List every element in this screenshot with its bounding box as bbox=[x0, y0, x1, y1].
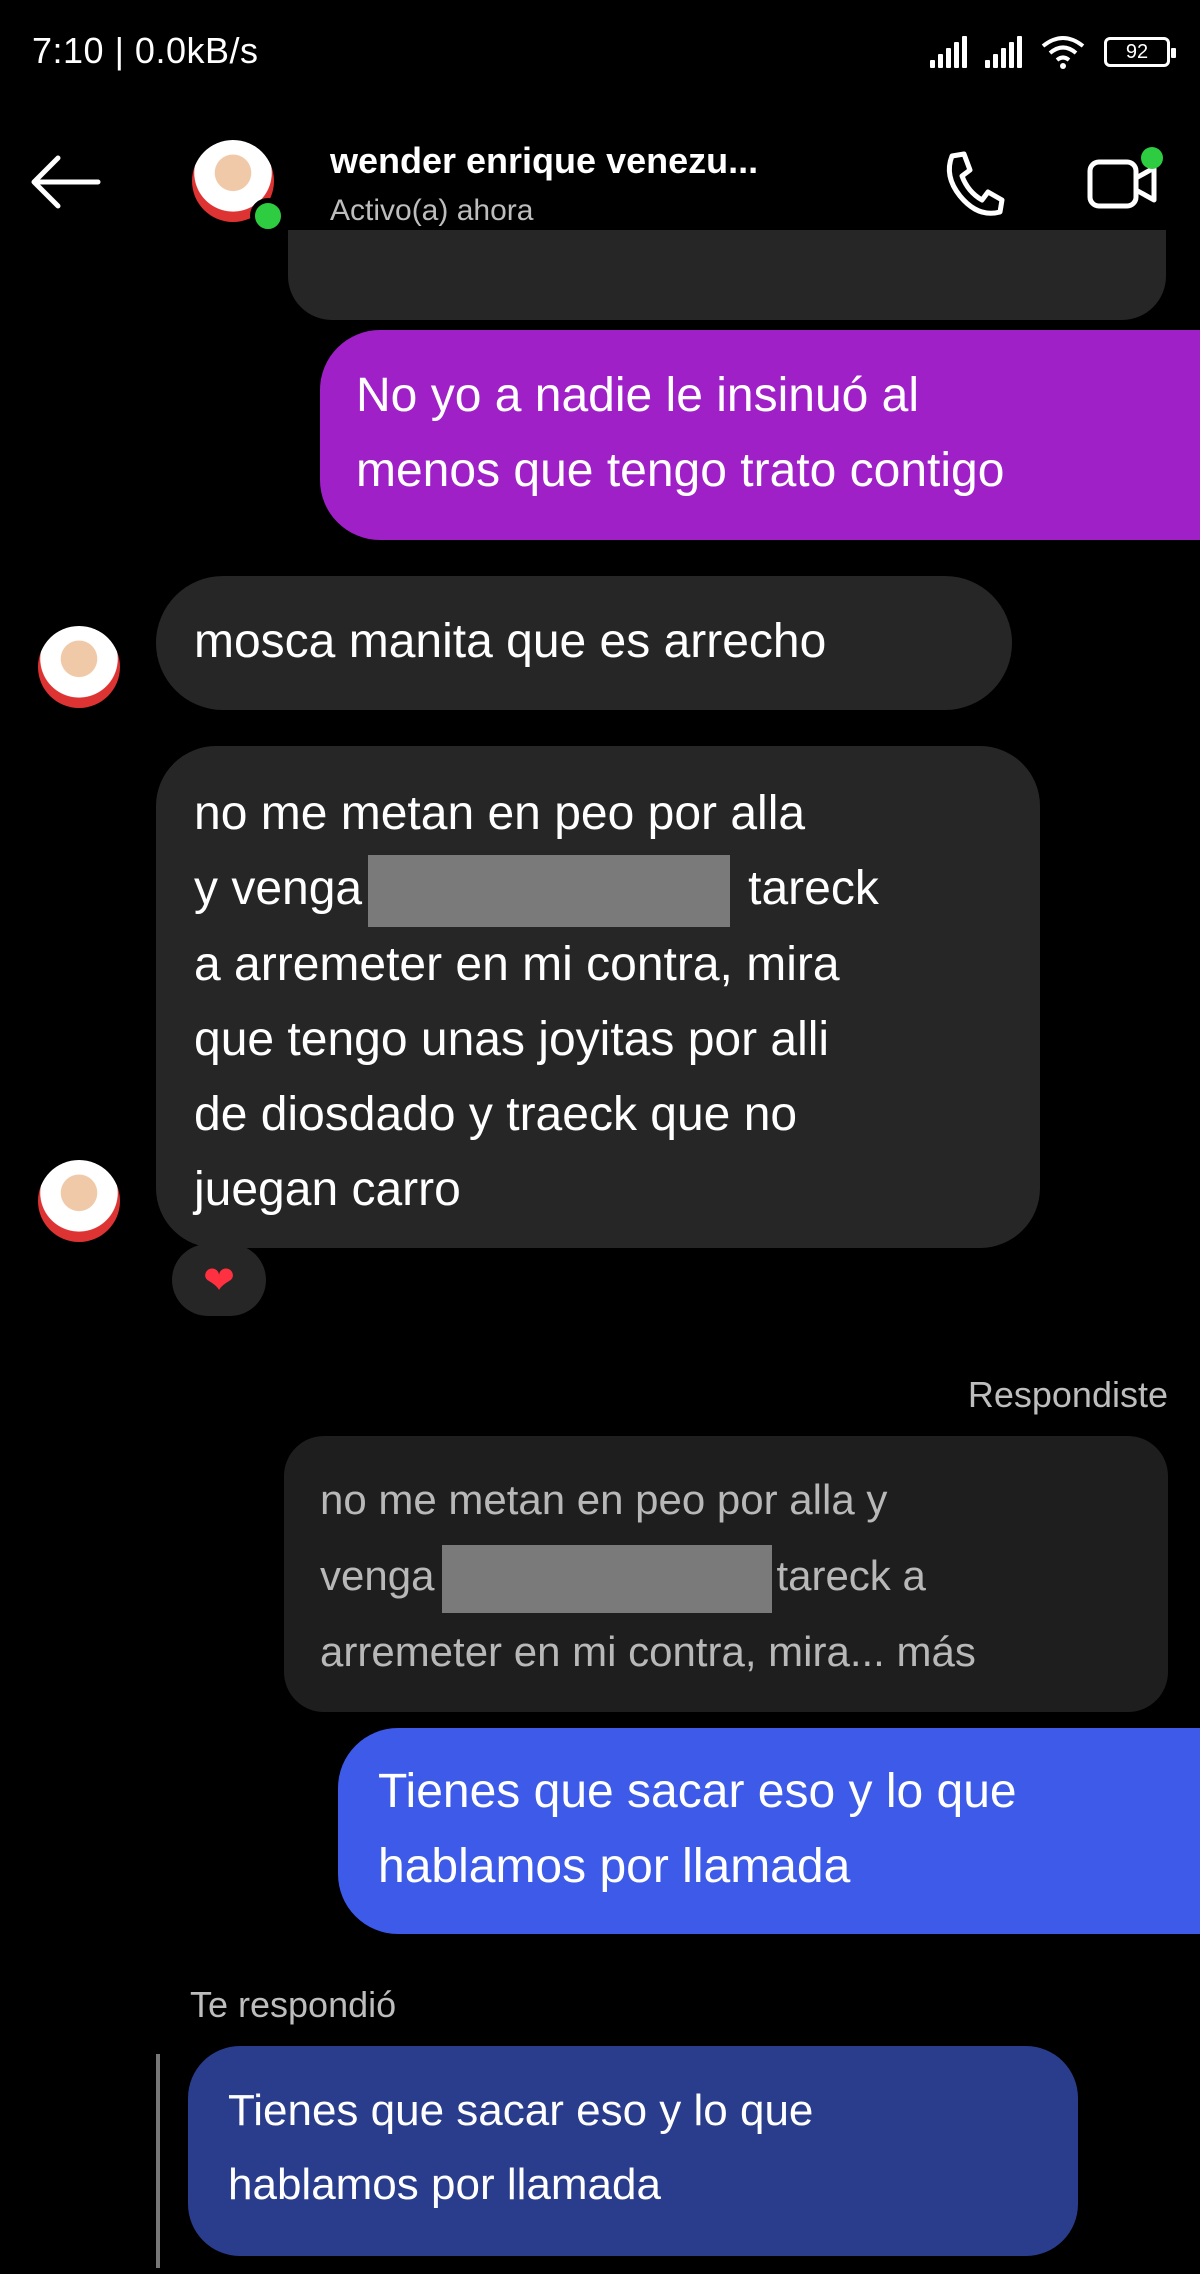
received-message[interactable]: mosca manita que es arrecho bbox=[156, 576, 1012, 710]
quoted-text: no me metan en peo por alla y bbox=[320, 1476, 888, 1523]
sent-message[interactable]: No yo a nadie le insinuó al menos que te… bbox=[320, 330, 1200, 540]
video-call-button[interactable] bbox=[1084, 144, 1168, 224]
message-text: mosca manita que es arrecho bbox=[194, 615, 827, 668]
heart-icon: ❤ bbox=[203, 1259, 235, 1302]
sender-avatar[interactable] bbox=[38, 626, 120, 708]
quoted-text: venga bbox=[320, 1552, 435, 1599]
quoted-text-line: venga tareck a bbox=[320, 1538, 1168, 1614]
redacted-block bbox=[442, 1544, 773, 1613]
online-indicator bbox=[250, 198, 286, 234]
status-time: 7:10 | 0.0kB/s bbox=[32, 30, 259, 71]
signal-icon-2 bbox=[985, 36, 1022, 68]
quoted-reply-message[interactable]: Tienes que sacar eso y lo que hablamos p… bbox=[188, 2046, 1078, 2256]
message-text: juegan carro bbox=[194, 1163, 461, 1217]
wifi-icon bbox=[1041, 36, 1085, 69]
message-text: Tienes que sacar eso y lo que bbox=[228, 2086, 814, 2135]
message-text: hablamos por llamada bbox=[228, 2160, 661, 2209]
quoted-text: tareck a bbox=[776, 1552, 926, 1599]
message-text: Tienes que sacar eso y lo que bbox=[378, 1765, 1017, 1818]
reply-indicator-line bbox=[156, 2054, 160, 2268]
phone-icon bbox=[946, 151, 1005, 216]
sender-avatar[interactable] bbox=[38, 1160, 120, 1242]
contact-status: Activo(a) ahora bbox=[330, 194, 534, 227]
video-camera-icon bbox=[1087, 147, 1163, 209]
reply-label: Te respondió bbox=[190, 1984, 397, 2025]
message-text: a arremeter en mi contra, mira bbox=[194, 938, 840, 992]
received-message[interactable]: no me metan en peo por alla y venga tarec… bbox=[156, 746, 1040, 1248]
message-text-line: y venga tareck bbox=[194, 851, 1040, 928]
call-button[interactable] bbox=[938, 144, 1008, 224]
message-text: tareck bbox=[748, 862, 879, 915]
message-text: No yo a nadie le insinuó al bbox=[356, 369, 920, 422]
previous-message-bubble bbox=[288, 230, 1166, 320]
message-text: no me metan en peo por alla bbox=[194, 787, 806, 840]
message-text: y venga bbox=[194, 862, 363, 915]
message-text: menos que tengo trato contigo bbox=[356, 444, 1005, 497]
reply-label: Respondiste bbox=[967, 1374, 1168, 1415]
heart-reaction[interactable]: ❤ bbox=[172, 1244, 266, 1316]
redacted-block bbox=[368, 855, 731, 928]
quoted-text: arremeter en mi contra, mira... más bbox=[320, 1628, 976, 1675]
message-text: de diosdado y traeck que no bbox=[194, 1088, 798, 1142]
battery-icon: 92 bbox=[1104, 37, 1176, 67]
signal-icon bbox=[930, 36, 967, 68]
battery-level: 92 bbox=[1125, 40, 1149, 63]
quoted-message[interactable]: no me metan en peo por alla y venga tarec… bbox=[284, 1436, 1168, 1712]
back-button[interactable] bbox=[28, 150, 104, 214]
arrow-left-icon bbox=[31, 155, 101, 209]
sent-message[interactable]: Tienes que sacar eso y lo que hablamos p… bbox=[338, 1728, 1200, 1934]
message-text: que tengo unas joyitas por alli bbox=[194, 1013, 830, 1067]
status-icons: 92 bbox=[930, 32, 1176, 72]
contact-name[interactable]: wender enrique venezu... bbox=[330, 140, 758, 182]
message-text: hablamos por llamada bbox=[378, 1840, 851, 1893]
